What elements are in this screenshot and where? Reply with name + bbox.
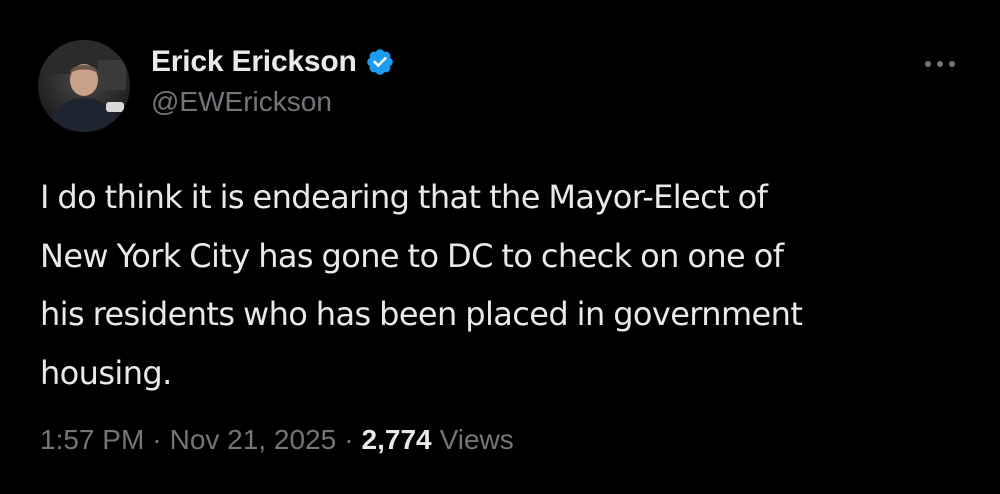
tweet-metadata: 1:57 PM · Nov 21, 2025 · 2,774 Views: [40, 424, 514, 456]
tweet-text-line: I do think it is endearing that the Mayo…: [40, 178, 768, 216]
tweet-time[interactable]: 1:57 PM: [40, 424, 144, 456]
views-label: Views: [439, 424, 514, 455]
meta-separator: ·: [152, 424, 162, 455]
verified-badge-icon[interactable]: [365, 47, 395, 77]
avatar-photo: [38, 40, 130, 132]
views-count: 2,774: [361, 424, 432, 455]
author-display-name[interactable]: Erick Erickson: [151, 45, 357, 79]
tweet-date[interactable]: Nov 21, 2025: [170, 424, 337, 456]
more-horizontal-icon: [925, 61, 955, 67]
author-name-row: Erick Erickson: [151, 40, 395, 84]
tweet-card: Erick Erickson @EWErickson I do think it…: [0, 0, 1000, 494]
tweet-text: I do think it is endearing that the Mayo…: [40, 168, 940, 402]
avatar[interactable]: [38, 40, 130, 132]
meta-separator: ·: [344, 424, 354, 455]
more-options-button[interactable]: [918, 50, 962, 78]
author-handle[interactable]: @EWErickson: [151, 86, 395, 118]
tweet-text-line: New York City has gone to DC to check on…: [40, 236, 784, 275]
tweet-text-line: housing.: [40, 353, 172, 392]
author-info: Erick Erickson @EWErickson: [151, 40, 395, 118]
tweet-text-line: his residents who has been placed in gov…: [40, 295, 803, 333]
